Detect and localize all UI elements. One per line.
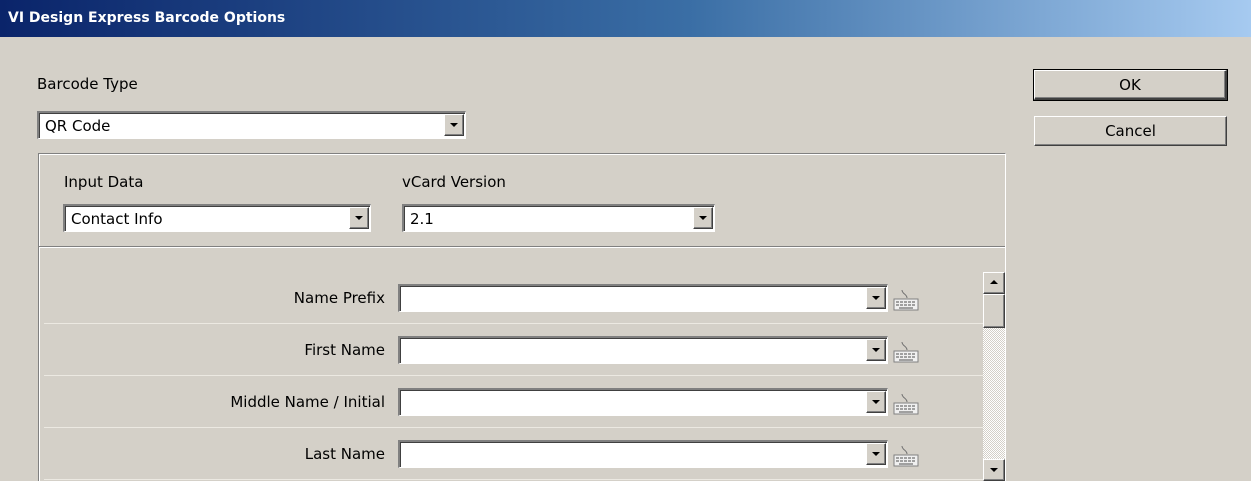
barcode-type-label: Barcode Type bbox=[37, 75, 138, 93]
last-name-field[interactable] bbox=[398, 440, 888, 468]
chevron-down-icon[interactable] bbox=[866, 391, 886, 413]
middle-name-field[interactable] bbox=[398, 388, 888, 416]
field-label: First Name bbox=[304, 341, 385, 359]
fields-scrollbar[interactable] bbox=[983, 272, 1005, 481]
scroll-up-arrow-icon[interactable] bbox=[983, 272, 1005, 294]
row-separator bbox=[44, 479, 984, 480]
cancel-button[interactable]: Cancel bbox=[1034, 116, 1227, 146]
ok-button[interactable]: OK bbox=[1033, 69, 1228, 101]
field-label: Name Prefix bbox=[293, 289, 385, 307]
options-group bbox=[38, 153, 1006, 481]
field-label: Last Name bbox=[304, 445, 385, 463]
keyboard-icon[interactable] bbox=[893, 394, 919, 416]
input-data-value: Contact Info bbox=[71, 210, 163, 228]
chevron-down-icon[interactable] bbox=[693, 207, 713, 229]
barcode-type-select[interactable]: QR Code bbox=[37, 111, 466, 139]
keyboard-icon[interactable] bbox=[893, 290, 919, 312]
group-divider bbox=[39, 246, 1005, 248]
scroll-down-arrow-icon[interactable] bbox=[983, 459, 1005, 481]
vcard-version-value: 2.1 bbox=[410, 210, 434, 228]
chevron-down-icon[interactable] bbox=[866, 443, 886, 465]
name-prefix-field[interactable] bbox=[398, 284, 888, 312]
first-name-field[interactable] bbox=[398, 336, 888, 364]
barcode-type-value: QR Code bbox=[45, 117, 111, 135]
chevron-down-icon[interactable] bbox=[866, 339, 886, 361]
chevron-down-icon[interactable] bbox=[866, 287, 886, 309]
chevron-down-icon[interactable] bbox=[349, 207, 369, 229]
row-separator bbox=[44, 323, 984, 324]
field-label: Middle Name / Initial bbox=[230, 393, 385, 411]
input-data-label: Input Data bbox=[64, 173, 144, 191]
title-bar: VI Design Express Barcode Options bbox=[0, 0, 1251, 37]
row-separator bbox=[44, 375, 984, 376]
vcard-version-label: vCard Version bbox=[402, 173, 506, 191]
keyboard-icon[interactable] bbox=[893, 446, 919, 468]
input-data-select[interactable]: Contact Info bbox=[63, 204, 371, 232]
scroll-thumb[interactable] bbox=[983, 294, 1005, 328]
chevron-down-icon[interactable] bbox=[444, 114, 464, 136]
window-title: VI Design Express Barcode Options bbox=[8, 10, 286, 26]
vcard-version-select[interactable]: 2.1 bbox=[402, 204, 715, 232]
row-separator bbox=[44, 427, 984, 428]
keyboard-icon[interactable] bbox=[893, 342, 919, 364]
